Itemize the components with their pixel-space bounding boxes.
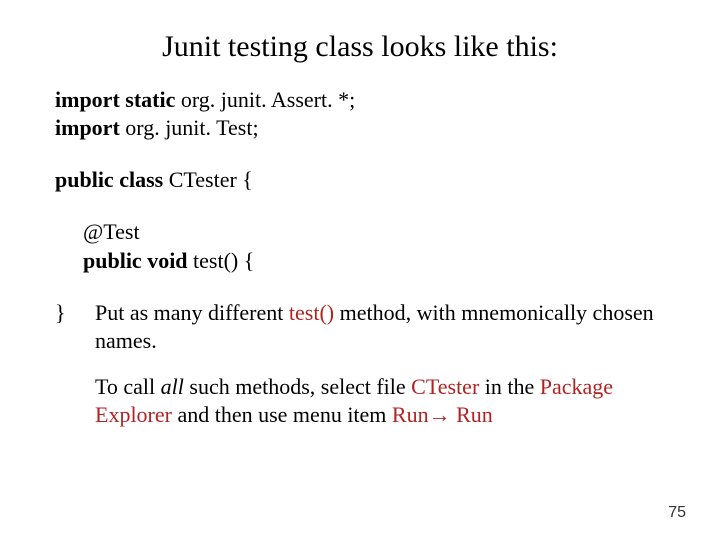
keyword-public-class: public class [55,167,163,192]
import-line-1: import static org. junit. Assert. *; [55,86,665,114]
note2-all: all [161,374,184,399]
import-static-rest: org. junit. Assert. *; [175,87,355,112]
note-paragraph-2: To call all such methods, select file CT… [95,373,665,429]
class-rest: CTester { [163,167,253,192]
import-line-2: import org. junit. Test; [55,114,665,142]
note2-b: such methods, select file [184,374,411,399]
note2-run1: Run [392,402,429,427]
keyword-public-void: public void [83,248,188,273]
note1-a: Put as many different [95,300,289,325]
annotation-line: @Test [83,218,665,246]
import-rest: org. junit. Test; [120,115,259,140]
method-rest: test() { [188,248,255,273]
arrow-icon: → [429,402,451,427]
note1-test: test() [289,300,334,325]
note2-ctester: CTester [411,374,479,399]
code-block: import static org. junit. Assert. *; imp… [55,86,665,447]
keyword-import: import [55,115,120,140]
note-paragraph-1: Put as many different test() method, wit… [95,299,665,355]
note2-run2: Run [451,402,493,427]
keyword-import-static: import static [55,87,175,112]
class-decl: public class CTester { [55,166,665,194]
slide-title: Junit testing class looks like this: [55,30,665,64]
note2-d: and then use menu item [172,402,392,427]
notes: Put as many different test() method, wit… [95,299,665,448]
method-decl: public void test() { [83,247,665,275]
note2-a: To call [95,374,161,399]
close-brace: } [55,299,95,327]
note2-c: in the [479,374,540,399]
page-number: 75 [668,504,686,522]
